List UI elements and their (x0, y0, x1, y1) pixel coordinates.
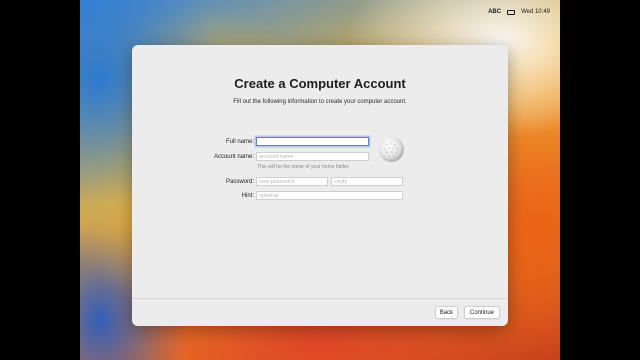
hint-field[interactable] (256, 191, 403, 200)
account-name-note: This will be the name of your home folde… (257, 164, 350, 170)
keyboard-icon[interactable] (507, 9, 516, 15)
full-name-label: Full name: (225, 139, 254, 145)
input-source-indicator[interactable]: ABC (488, 9, 501, 15)
golf-ball-dimples (384, 142, 399, 157)
golf-ball-icon[interactable] (379, 137, 404, 162)
dialog-title: Create a Computer Account (234, 76, 406, 91)
verify-password-field[interactable] (331, 177, 403, 186)
account-name-field[interactable] (256, 152, 369, 161)
footer-divider (132, 298, 508, 299)
dialog-subtitle: Fill out the following information to cr… (233, 99, 407, 105)
password-field[interactable] (256, 177, 328, 186)
password-label: Password: (225, 179, 254, 185)
menu-bar-clock[interactable]: Wed 10:49 (521, 9, 550, 15)
hint-label: Hint: (241, 193, 254, 199)
menu-bar: ABC Wed 10:49 (80, 0, 560, 24)
desktop-wallpaper: ABC Wed 10:49 Create a Computer Account … (80, 0, 560, 360)
back-button[interactable]: Back (435, 306, 458, 319)
create-account-dialog: Create a Computer Account Fill out the f… (132, 45, 508, 326)
account-name-label: Account name: (213, 154, 254, 160)
full-name-field[interactable] (256, 137, 369, 146)
continue-button[interactable]: Continue (464, 306, 500, 319)
